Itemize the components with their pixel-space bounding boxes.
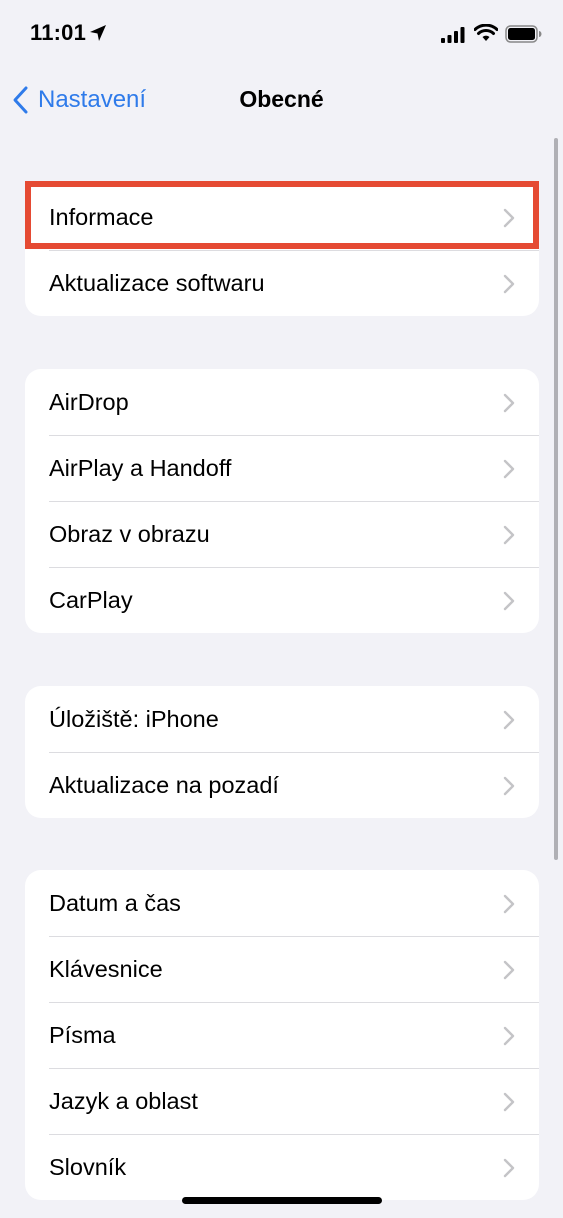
- battery-icon: [505, 25, 542, 43]
- home-indicator[interactable]: [182, 1197, 382, 1204]
- signal-icon: [441, 27, 465, 43]
- row-slovnik[interactable]: Slovník: [25, 1134, 539, 1200]
- row-label: Úložiště: iPhone: [49, 705, 219, 732]
- chevron-right-icon: [503, 894, 515, 914]
- page-title: Obecné: [239, 86, 324, 112]
- row-label: Datum a čas: [49, 889, 181, 916]
- settings-group-locale: Datum a čas Klávesnice Písma Jazyk a obl…: [25, 870, 539, 1200]
- row-aktualizace-na-pozadi[interactable]: Aktualizace na pozadí: [25, 752, 539, 818]
- row-label: CarPlay: [49, 586, 133, 613]
- chevron-right-icon: [503, 459, 515, 479]
- row-uloziste-iphone[interactable]: Úložiště: iPhone: [25, 686, 539, 752]
- scroll-indicator[interactable]: [554, 138, 558, 860]
- row-label: AirPlay a Handoff: [49, 454, 232, 481]
- row-airdrop[interactable]: AirDrop: [25, 369, 539, 435]
- row-klavesnice[interactable]: Klávesnice: [25, 936, 539, 1002]
- row-obraz-v-obrazu[interactable]: Obraz v obrazu: [25, 501, 539, 567]
- chevron-right-icon: [503, 591, 515, 611]
- row-label: Slovník: [49, 1153, 127, 1180]
- chevron-right-icon: [503, 960, 515, 980]
- row-label: Aktualizace softwaru: [49, 269, 265, 296]
- location-icon: [90, 25, 106, 41]
- chevron-right-icon: [503, 393, 515, 413]
- row-jazyk-a-oblast[interactable]: Jazyk a oblast: [25, 1068, 539, 1134]
- row-label: Písma: [49, 1021, 116, 1048]
- row-airplay-handoff[interactable]: AirPlay a Handoff: [25, 435, 539, 501]
- row-pisma[interactable]: Písma: [25, 1002, 539, 1068]
- settings-group-storage: Úložiště: iPhone Aktualizace na pozadí: [25, 686, 539, 818]
- row-label: Jazyk a oblast: [49, 1087, 198, 1114]
- wifi-icon: [474, 24, 498, 41]
- navigation-bar: Nastavení Obecné: [0, 70, 563, 130]
- chevron-right-icon: [503, 776, 515, 796]
- chevron-right-icon: [503, 525, 515, 545]
- status-bar: 11:01: [0, 0, 563, 70]
- chevron-right-icon: [503, 274, 515, 294]
- row-label: Klávesnice: [49, 955, 163, 982]
- row-datum-a-cas[interactable]: Datum a čas: [25, 870, 539, 936]
- status-time: 11:01: [30, 20, 87, 45]
- chevron-right-icon: [503, 1026, 515, 1046]
- row-aktualizace-softwaru[interactable]: Aktualizace softwaru: [25, 250, 539, 316]
- highlight-annotation: [25, 181, 539, 249]
- row-label: Obraz v obrazu: [49, 520, 210, 547]
- settings-group-connectivity: AirDrop AirPlay a Handoff Obraz v obrazu…: [25, 369, 539, 633]
- chevron-right-icon: [503, 710, 515, 730]
- row-carplay[interactable]: CarPlay: [25, 567, 539, 633]
- chevron-right-icon: [503, 1092, 515, 1112]
- row-label: AirDrop: [49, 388, 129, 415]
- row-label: Aktualizace na pozadí: [49, 771, 279, 798]
- chevron-right-icon: [503, 1158, 515, 1178]
